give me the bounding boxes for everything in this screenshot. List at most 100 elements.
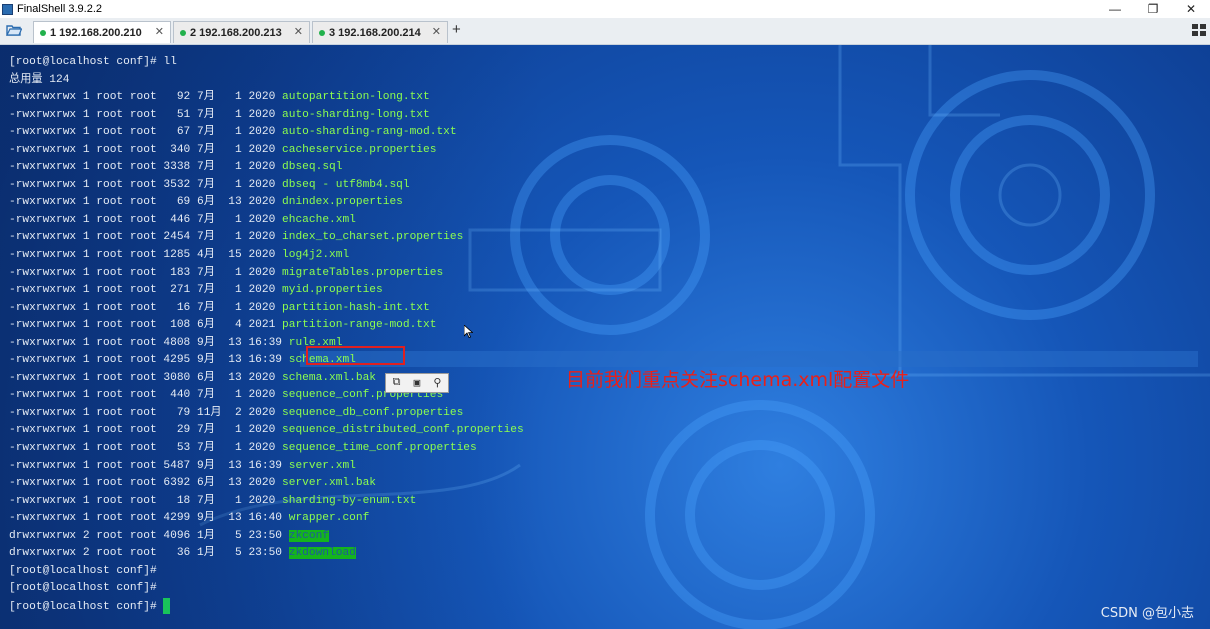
file-meta: -rwxrwxrwx 1 root root 51 7月 1 2020 xyxy=(9,108,283,121)
file-name: server.xml.bak xyxy=(282,477,377,490)
file-name: autopartition-long.txt xyxy=(282,91,430,104)
tab-session-1[interactable]: 1 192.168.200.210 ✕ xyxy=(33,21,171,43)
file-row: -rwxrwxrwx 1 root root 108 6月 4 2021 par… xyxy=(9,317,524,335)
file-name: ehcache.xml xyxy=(282,213,356,226)
tab-close-icon[interactable]: ✕ xyxy=(294,25,303,38)
file-row: -rwxrwxrwx 1 root root 3338 7月 1 2020 db… xyxy=(9,159,524,177)
file-meta: -rwxrwxrwx 1 root root 67 7月 1 2020 xyxy=(9,126,283,139)
file-meta: -rwxrwxrwx 1 root root 5487 9月 13 16:39 xyxy=(9,459,289,472)
file-row: -rwxrwxrwx 1 root root 69 6月 13 2020 dni… xyxy=(9,194,524,212)
close-button[interactable]: ✕ xyxy=(1172,0,1210,18)
file-row: -rwxrwxrwx 1 root root 3532 7月 1 2020 db… xyxy=(9,177,524,195)
tab-label: 2 192.168.200.213 xyxy=(190,26,282,39)
title-bar: FinalShell 3.9.2.2 — ❐ ✕ xyxy=(0,0,1210,18)
dir-name: zkconf xyxy=(288,529,330,542)
file-name: partition-hash-int.txt xyxy=(282,301,430,314)
file-meta: -rwxrwxrwx 1 root root 108 6月 4 2021 xyxy=(9,319,283,332)
file-row: -rwxrwxrwx 1 root root 271 7月 1 2020 myi… xyxy=(9,282,524,300)
file-meta: -rwxrwxrwx 1 root root 16 7月 1 2020 xyxy=(9,301,283,314)
file-row: -rwxrwxrwx 1 root root 92 7月 1 2020 auto… xyxy=(9,89,524,107)
file-name: partition-range-mod.txt xyxy=(282,319,437,332)
tab-bar: 1 192.168.200.210 ✕ 2 192.168.200.213 ✕ … xyxy=(0,18,1210,45)
file-meta: -rwxrwxrwx 1 root root 271 7月 1 2020 xyxy=(9,284,283,297)
file-meta: -rwxrwxrwx 1 root root 446 7月 1 2020 xyxy=(9,213,283,226)
file-meta: -rwxrwxrwx 1 root root 4808 9月 13 16:39 xyxy=(9,336,289,349)
file-name: dbseq.sql xyxy=(282,161,343,174)
tab-label: 3 192.168.200.214 xyxy=(329,26,421,39)
file-name: server.xml xyxy=(288,459,356,472)
search-icon[interactable]: ⚲ xyxy=(433,376,441,390)
file-meta: -rwxrwxrwx 1 root root 340 7月 1 2020 xyxy=(9,143,283,156)
window-controls: — ❐ ✕ xyxy=(1096,0,1210,18)
tab-session-2[interactable]: 2 192.168.200.213 ✕ xyxy=(173,21,310,43)
app-icon xyxy=(2,3,13,15)
layout-grid-icon[interactable] xyxy=(1192,24,1206,36)
file-name: schema.xml.bak xyxy=(282,371,377,384)
active-prompt-line[interactable]: [root@localhost conf]# xyxy=(9,597,524,616)
minimize-button[interactable]: — xyxy=(1096,0,1134,18)
file-name: myid.properties xyxy=(282,284,383,297)
file-row: -rwxrwxrwx 1 root root 4299 9月 13 16:40 … xyxy=(9,510,524,528)
connected-status-icon xyxy=(40,29,46,36)
folder-open-icon[interactable] xyxy=(6,24,22,36)
prompt-text: [root@localhost conf]# xyxy=(9,600,164,613)
file-row: -rwxrwxrwx 1 root root 67 7月 1 2020 auto… xyxy=(9,124,524,142)
add-tab-button[interactable]: + xyxy=(452,21,461,38)
total-line: 总用量 124 xyxy=(9,73,70,86)
file-meta: -rwxrwxrwx 1 root root 2454 7月 1 2020 xyxy=(9,231,283,244)
file-name: migrateTables.properties xyxy=(282,266,444,279)
file-meta: -rwxrwxrwx 1 root root 3080 6月 13 2020 xyxy=(9,371,283,384)
tab-close-icon[interactable]: ✕ xyxy=(432,25,441,38)
maximize-button[interactable]: ❐ xyxy=(1134,0,1172,18)
tab-label: 1 192.168.200.210 xyxy=(50,26,142,39)
file-meta: -rwxrwxrwx 1 root root 79 11月 2 2020 xyxy=(9,406,283,419)
terminal-pane[interactable]: [root@localhost conf]# ll 总用量 124 -rwxrw… xyxy=(0,45,1210,629)
tab-close-icon[interactable]: ✕ xyxy=(155,25,164,38)
file-row: -rwxrwxrwx 1 root root 16 7月 1 2020 part… xyxy=(9,300,524,318)
terminal-cursor xyxy=(163,597,171,614)
dir-name: zkdownload xyxy=(288,547,356,560)
file-name: log4j2.xml xyxy=(282,249,350,262)
file-row-selected: -rwxrwxrwx 1 root root 4295 9月 13 16:39 … xyxy=(9,352,524,370)
file-meta: -rwxrwxrwx 1 root root 69 6月 13 2020 xyxy=(9,196,283,209)
file-name: wrapper.conf xyxy=(288,512,370,525)
dir-meta: drwxrwxrwx 2 root root 36 1月 5 23:50 xyxy=(9,547,289,560)
watermark: CSDN @包小志 xyxy=(1100,606,1194,621)
terminal-output: [root@localhost conf]# ll 总用量 124 -rwxrw… xyxy=(9,54,524,616)
file-row: -rwxrwxrwx 1 root root 51 7月 1 2020 auto… xyxy=(9,107,524,125)
file-meta: -rwxrwxrwx 1 root root 4295 9月 13 16:39 xyxy=(9,354,289,367)
prompt-line: [root@localhost conf]# xyxy=(9,582,157,595)
file-meta: -rwxrwxrwx 1 root root 440 7月 1 2020 xyxy=(9,389,283,402)
dir-row: drwxrwxrwx 2 root root 4096 1月 5 23:50 z… xyxy=(9,528,524,546)
file-row: -rwxrwxrwx 1 root root 183 7月 1 2020 mig… xyxy=(9,265,524,283)
file-meta: -rwxrwxrwx 1 root root 183 7月 1 2020 xyxy=(9,266,283,279)
file-meta: -rwxrwxrwx 1 root root 18 7月 1 2020 xyxy=(9,494,283,507)
file-row: -rwxrwxrwx 1 root root 53 7月 1 2020 sequ… xyxy=(9,440,524,458)
file-meta: -rwxrwxrwx 1 root root 4299 9月 13 16:40 xyxy=(9,512,289,525)
connected-status-icon xyxy=(319,29,325,36)
file-row: -rwxrwxrwx 1 root root 5487 9月 13 16:39 … xyxy=(9,458,524,476)
file-row: -rwxrwxrwx 1 root root 4808 9月 13 16:39 … xyxy=(9,335,524,353)
dir-meta: drwxrwxrwx 2 root root 4096 1月 5 23:50 xyxy=(9,529,289,542)
mouse-pointer-icon xyxy=(464,325,473,338)
annotation-text: 目前我们重点关注schema.xml配置文件 xyxy=(566,369,910,391)
file-name: dnindex.properties xyxy=(282,196,403,209)
file-row: -rwxrwxrwx 1 root root 340 7月 1 2020 cac… xyxy=(9,142,524,160)
tab-session-3[interactable]: 3 192.168.200.214 ✕ xyxy=(312,21,448,43)
file-name: sharding-by-enum.txt xyxy=(282,494,417,507)
schema-highlight-box xyxy=(306,346,405,365)
file-name: auto-sharding-long.txt xyxy=(282,108,430,121)
file-meta: -rwxrwxrwx 1 root root 29 7月 1 2020 xyxy=(9,424,283,437)
file-name: dbseq - utf8mb4.sql xyxy=(282,178,410,191)
file-row: -rwxrwxrwx 1 root root 18 7月 1 2020 shar… xyxy=(9,493,524,511)
file-row: -rwxrwxrwx 1 root root 446 7月 1 2020 ehc… xyxy=(9,212,524,230)
connected-status-icon xyxy=(180,29,186,36)
file-meta: -rwxrwxrwx 1 root root 1285 4月 15 2020 xyxy=(9,249,283,262)
file-row: -rwxrwxrwx 1 root root 1285 4月 15 2020 l… xyxy=(9,247,524,265)
selection-toolbar: ⧉ ▣ ⚲ xyxy=(385,373,449,393)
paste-icon[interactable]: ▣ xyxy=(414,376,421,390)
file-meta: -rwxrwxrwx 1 root root 6392 6月 13 2020 xyxy=(9,477,283,490)
file-meta: -rwxrwxrwx 1 root root 3532 7月 1 2020 xyxy=(9,178,283,191)
copy-icon[interactable]: ⧉ xyxy=(393,377,401,389)
prompt-line: [root@localhost conf]# xyxy=(9,564,157,577)
